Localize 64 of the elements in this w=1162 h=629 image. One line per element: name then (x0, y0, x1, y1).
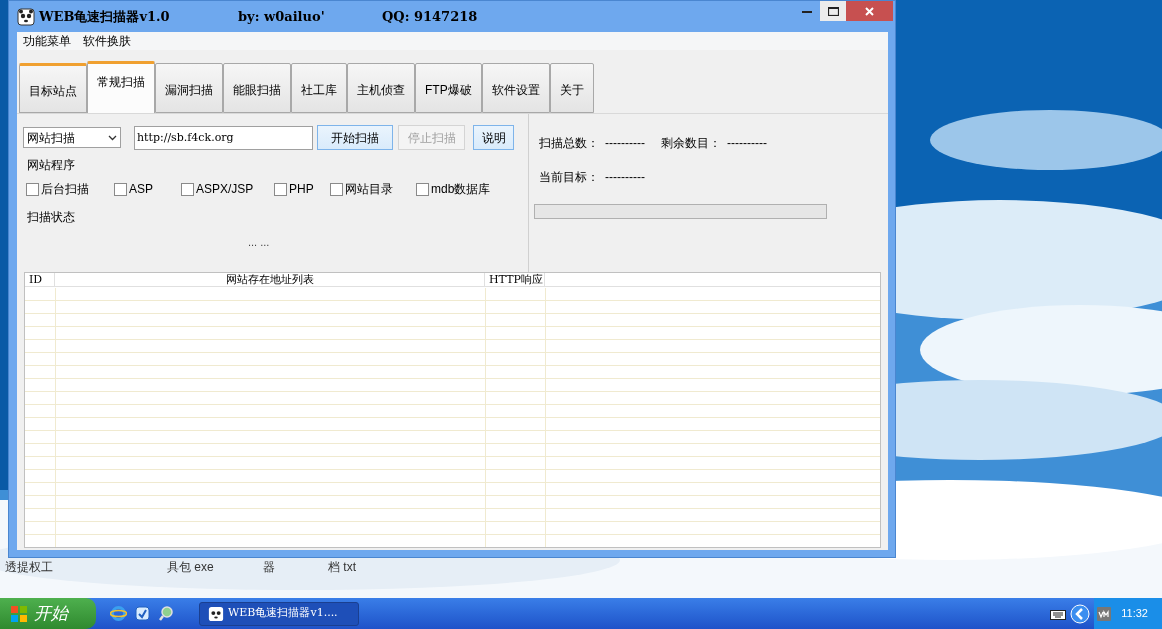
app-icon[interactable] (134, 605, 151, 622)
windows-logo-icon (10, 604, 28, 623)
close-icon (865, 6, 874, 16)
url-field[interactable]: http://sb.f4ck.org (134, 125, 313, 150)
chevron-left-icon[interactable] (1070, 603, 1091, 624)
stat-label: 剩余数目： (660, 135, 721, 152)
checkbox-box[interactable] (181, 182, 194, 196)
desktop-icon-label: 档 txt (328, 559, 356, 576)
start-button[interactable]: 开始 (0, 598, 96, 629)
desktop-icon-label: 具包 exe (167, 559, 214, 576)
menu-item[interactable]: 软件换肤 (83, 32, 131, 50)
action-button[interactable]: 开始扫描 (317, 125, 393, 150)
stat-value: ---------- (726, 135, 767, 152)
checkbox[interactable]: 网站目录 (330, 180, 393, 198)
column-header[interactable]: ID (25, 273, 55, 286)
tab[interactable]: 漏洞扫描 (155, 63, 223, 113)
checkbox-box[interactable] (330, 182, 343, 196)
window-title: WEB龟速扫描器v1.0 (39, 7, 171, 26)
checkbox-box[interactable] (114, 182, 127, 196)
tab[interactable]: 关于 (549, 63, 594, 113)
vm-icon[interactable] (1097, 606, 1112, 621)
group-label: 扫描状态 (27, 209, 76, 226)
maximize-button[interactable] (820, 1, 846, 21)
desktop-icon-label: 透提权工 (5, 559, 53, 576)
checkbox[interactable]: 后台扫描 (26, 180, 89, 198)
clock-text: 11:32 (1121, 606, 1148, 622)
tab[interactable]: 社工库 (291, 63, 347, 113)
tab[interactable]: 能眼扫描 (223, 63, 291, 113)
checkbox[interactable]: PHP (274, 180, 314, 198)
panda-icon (17, 7, 35, 26)
status-text: ... ... (248, 235, 271, 250)
column-header[interactable]: 网站存在地址列表 (55, 273, 485, 286)
action-button[interactable]: 说明 (473, 125, 514, 150)
search-icon[interactable] (158, 605, 175, 622)
taskbar-task[interactable]: WEB龟速扫描器v1.... (199, 601, 359, 626)
close-button[interactable] (846, 1, 893, 21)
checkbox[interactable]: ASPX/JSP (181, 180, 254, 198)
checkbox-box[interactable] (26, 182, 39, 196)
desktop-icon-label: 器 (263, 559, 275, 576)
mode-dropdown[interactable]: 网站扫描 (23, 127, 121, 148)
checkbox[interactable]: mdb数据库 (416, 180, 491, 198)
author-text: by: w0ailuo' (238, 7, 326, 26)
checkbox[interactable]: ASP (114, 180, 153, 198)
checkbox-box[interactable] (274, 182, 287, 196)
stat-value: ---------- (605, 169, 645, 186)
menu-item[interactable]: 功能菜单 (23, 32, 71, 50)
tab[interactable]: FTP爆破 (415, 63, 482, 113)
stat-value: ---------- (605, 135, 645, 152)
browser-icon[interactable] (110, 605, 127, 622)
group-label: 网站程序 (27, 157, 76, 174)
column-header[interactable]: HTTP响应 (485, 273, 545, 286)
minimize-icon (802, 10, 812, 14)
stat-label: 当前目标： (539, 169, 599, 186)
tab[interactable]: 软件设置 (481, 63, 550, 113)
tab[interactable]: 主机侦查 (347, 63, 415, 113)
checkbox-box[interactable] (416, 182, 429, 196)
tab[interactable]: 常规扫描 (87, 61, 155, 113)
chevron-down-icon (108, 134, 117, 141)
qq-text: QQ: 9147218 (382, 7, 478, 26)
keyboard-icon[interactable] (1050, 607, 1067, 620)
panda-icon (208, 605, 224, 622)
stat-label: 扫描总数： (539, 135, 599, 152)
tab[interactable]: 目标站点 (19, 63, 87, 113)
maximize-icon (827, 6, 839, 16)
